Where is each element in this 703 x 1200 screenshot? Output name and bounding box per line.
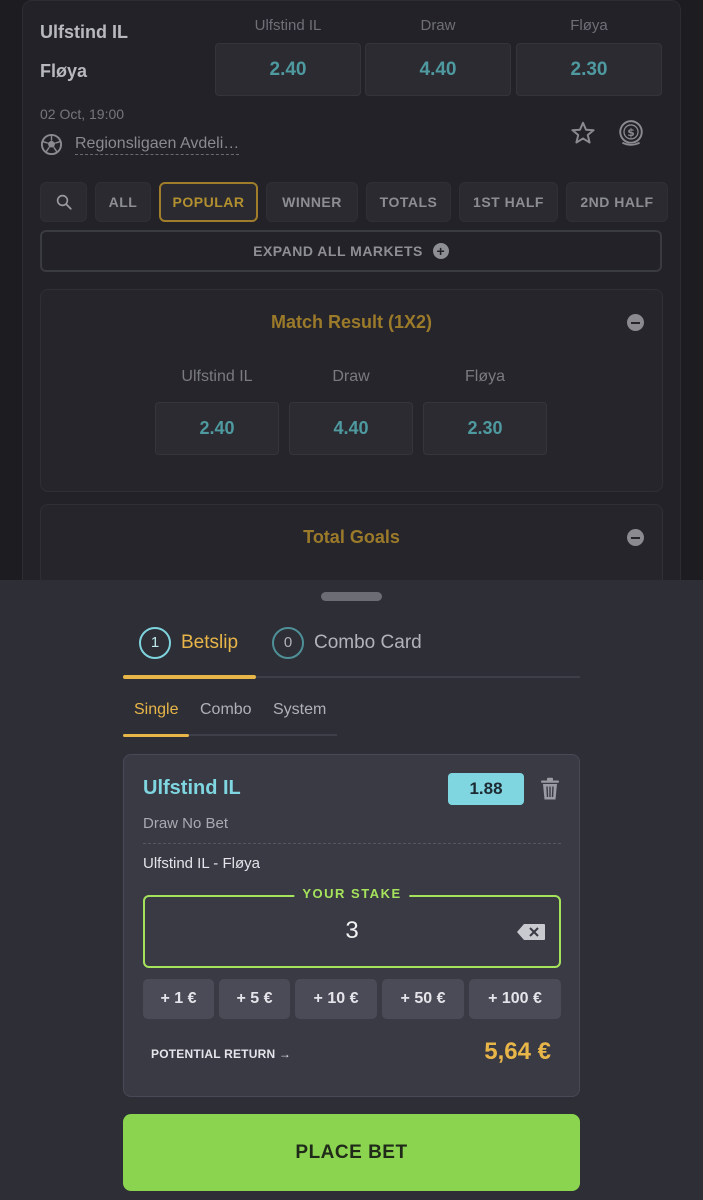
market-filter-bar: ALL POPULAR WINNER TOTALS 1ST HALF 2ND H… <box>40 182 668 222</box>
plus-circle-icon: + <box>432 243 449 259</box>
potential-return-value: 5,64 € <box>484 1038 551 1065</box>
backspace-icon[interactable] <box>517 924 545 940</box>
home-team-name: Ulfstind IL <box>40 22 128 42</box>
market-match-result: Match Result (1X2) Ulfstind IL Draw Fløy… <box>40 289 663 492</box>
expand-all-markets-button[interactable]: EXPAND ALL MARKETS + <box>40 230 662 272</box>
stake-value: 3 <box>345 917 359 944</box>
selection-name: Ulfstind IL <box>143 777 241 799</box>
tab-betslip-label: Betslip <box>181 632 239 653</box>
tab-combo-card-label: Combo Card <box>314 632 422 653</box>
place-bet-button[interactable]: PLACE BET <box>123 1114 580 1191</box>
collapse-minus-icon[interactable] <box>627 529 644 546</box>
filter-popular[interactable]: POPULAR <box>159 182 258 222</box>
active-tab-indicator <box>123 675 256 679</box>
match-date: 02 Oct, 19:00 <box>40 106 125 122</box>
filter-2nd-half[interactable]: 2ND HALF <box>566 182 668 222</box>
market-label-draw: Draw <box>332 368 370 385</box>
odds-button-draw[interactable]: 4.40 <box>365 43 511 96</box>
odds-button-away[interactable]: 2.30 <box>516 43 662 96</box>
active-subtab-indicator <box>123 734 189 737</box>
betslip-tabs: 1 Betslip 0 Combo Card <box>123 624 580 679</box>
odds-label-draw: Draw <box>420 17 456 34</box>
favorite-star-icon[interactable] <box>568 118 598 148</box>
market-odds-away[interactable]: 2.30 <box>423 402 547 455</box>
potential-return-label: POTENTIAL RETURN → <box>151 1047 292 1061</box>
tab-system[interactable]: System <box>273 701 326 719</box>
bet-selection-card: Ulfstind IL 1.88 Draw No Bet Ulfstind IL… <box>123 754 580 1097</box>
betslip-count-badge: 1 <box>139 627 171 659</box>
odds-label-away: Fløya <box>570 17 608 34</box>
selection-odds-badge: 1.88 <box>448 773 524 805</box>
market-label-away: Fløya <box>465 368 505 385</box>
quick-stake-5[interactable]: + 5 € <box>219 979 290 1019</box>
tab-betslip[interactable]: 1 Betslip <box>139 626 238 660</box>
market-label-home: Ulfstind IL <box>181 368 253 385</box>
market-title: Match Result (1X2) <box>270 312 433 332</box>
combo-card-count-badge: 0 <box>272 627 304 659</box>
cashout-coin-icon[interactable]: $ <box>616 118 646 148</box>
tab-combo[interactable]: Combo <box>200 701 252 719</box>
trash-icon[interactable] <box>539 777 561 801</box>
quick-stake-1[interactable]: + 1 € <box>143 979 214 1019</box>
away-team-name: Fløya <box>40 61 88 81</box>
card-divider <box>143 843 561 844</box>
soccer-ball-icon <box>40 133 63 156</box>
league-name: Regionsligaen Avdeli… <box>75 135 240 155</box>
market-search-button[interactable] <box>40 182 87 222</box>
quick-stake-10[interactable]: + 10 € <box>295 979 377 1019</box>
market-odds-draw[interactable]: 4.40 <box>289 402 413 455</box>
tab-combo-card[interactable]: 0 Combo Card <box>272 626 422 660</box>
tab-single[interactable]: Single <box>134 701 178 719</box>
svg-text:$: $ <box>627 126 634 139</box>
league-link[interactable]: Regionsligaen Avdeli… <box>40 133 240 156</box>
odds-label-home: Ulfstind IL <box>254 17 322 34</box>
filter-winner[interactable]: WINNER <box>266 182 358 222</box>
selection-event: Ulfstind IL - Fløya <box>143 855 260 872</box>
quick-stake-row: + 1 € + 5 € + 10 € + 50 € + 100 € <box>143 979 561 1019</box>
bet-type-tabs: Single Combo System <box>123 698 337 737</box>
odds-button-home[interactable]: 2.40 <box>215 43 361 96</box>
filter-all[interactable]: ALL <box>95 182 151 222</box>
expand-all-label: EXPAND ALL MARKETS <box>253 243 423 259</box>
selection-market: Draw No Bet <box>143 815 229 832</box>
betslip-sheet: 1 Betslip 0 Combo Card Single Combo Syst… <box>0 580 703 1200</box>
market-title: Total Goals <box>303 527 400 547</box>
quick-stake-100[interactable]: + 100 € <box>469 979 561 1019</box>
filter-totals[interactable]: TOTALS <box>366 182 451 222</box>
collapse-minus-icon[interactable] <box>627 314 644 331</box>
quick-stake-50[interactable]: + 50 € <box>382 979 464 1019</box>
search-icon <box>56 194 72 210</box>
sheet-drag-handle[interactable] <box>321 592 382 601</box>
market-total-goals: Total Goals <box>40 504 663 580</box>
stake-input[interactable]: YOUR STAKE 3 <box>143 886 561 968</box>
market-odds-home[interactable]: 2.40 <box>155 402 279 455</box>
filter-1st-half[interactable]: 1ST HALF <box>459 182 558 222</box>
event-page-background: Ulfstind IL Fløya Ulfstind IL Draw Fløya… <box>0 0 703 580</box>
